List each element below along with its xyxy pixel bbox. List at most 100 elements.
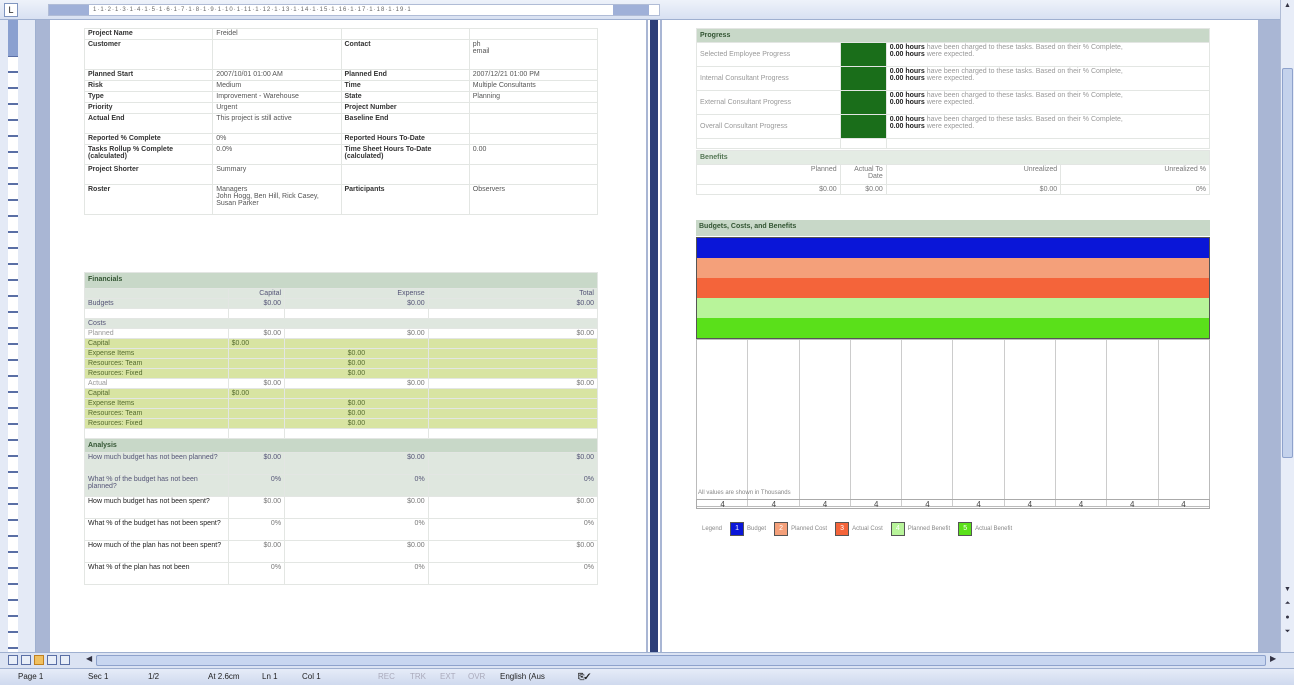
scroll-left-icon[interactable]: ◀ — [86, 654, 92, 663]
info-label: Risk — [83, 80, 214, 92]
row-value: $0.00 — [427, 328, 599, 339]
grid-column — [1056, 340, 1108, 506]
hours-charged: 0.00 hours — [889, 44, 925, 51]
select-browse-object-icon[interactable]: ● — [1282, 614, 1293, 626]
status-ovr[interactable]: OVR — [468, 672, 485, 681]
financials-header-row: Financials — [84, 272, 598, 289]
info-value: Improvement - Warehouse — [212, 91, 342, 103]
horizontal-scroll-thumb[interactable] — [96, 655, 1266, 666]
vertical-scroll-thumb[interactable] — [1282, 68, 1293, 458]
info-value — [468, 133, 599, 145]
horizontal-scrollbar[interactable]: ◀ ▶ — [0, 652, 1294, 668]
reading-layout-view-icon[interactable] — [60, 655, 70, 665]
progress-header-row: Progress — [696, 28, 1210, 43]
vertical-scrollbar[interactable]: ▲ ▼ ⏶ ● ⏷ — [1280, 0, 1294, 652]
legend-item: 5 Actual Benefit — [958, 522, 1012, 536]
info-value: This project is still active — [212, 113, 342, 134]
status-rec[interactable]: REC — [378, 672, 395, 681]
detail-label: Resources: Team — [84, 358, 229, 369]
web-layout-view-icon[interactable] — [21, 655, 31, 665]
grid-column — [1159, 340, 1209, 506]
detail-capital — [227, 358, 286, 369]
benefits-value: $0.00 — [696, 184, 841, 195]
document-area[interactable]: Project Name Freidel Customer Contact ph ema… — [36, 20, 1280, 652]
info-value — [468, 164, 599, 185]
detail-expense: $0.00 — [284, 408, 429, 419]
benefits-column-header: Planned — [696, 164, 841, 185]
progress-description-2: were expected. — [926, 123, 975, 130]
analysis-value: $0.00 — [284, 540, 429, 563]
info-value — [468, 28, 599, 40]
spelling-check-icon[interactable]: ⎘✓ — [578, 672, 590, 682]
detail-expense: $0.00 — [284, 418, 429, 429]
detail-capital: $0.00 — [227, 388, 286, 399]
info-value: Summary — [212, 164, 342, 185]
detail-total — [427, 398, 599, 409]
empty-cell — [427, 428, 599, 439]
benefits-columns: Planned Actual To Date Unrealized Unrealize… — [696, 164, 1210, 185]
normal-view-icon[interactable] — [8, 655, 18, 665]
info-label: Reported Hours To-Date — [340, 133, 470, 145]
detail-expense — [284, 388, 429, 399]
page-2[interactable]: ProgressSelected Employee Progressgreen0… — [662, 20, 1258, 652]
info-label: Project Number — [340, 102, 470, 114]
info-row: Actual End This project is still active Ba… — [83, 113, 599, 134]
analysis-row: How much budget has not been planned? $0.… — [84, 452, 599, 475]
grid-column — [800, 340, 851, 506]
tab-selector-icon[interactable]: L — [4, 3, 18, 17]
next-page-icon[interactable]: ⏷ — [1282, 628, 1293, 640]
ruler-strip: 1·1·2·1·3·1·4·1·5·1·6·1·7·1·8·1·9·1·10·1… — [48, 4, 660, 16]
hours-expected: 0.00 hours — [889, 123, 925, 130]
progress-description: have been charged to these tasks. Based … — [926, 92, 1123, 99]
grid-column — [851, 340, 903, 506]
hours-expected: 0.00 hours — [889, 99, 925, 106]
legend-swatch: 4 — [890, 522, 905, 536]
legend-text: Actual Cost — [852, 526, 883, 532]
info-value: Planning — [468, 91, 599, 103]
status-language[interactable]: English (Aus — [500, 672, 545, 681]
scroll-down-icon[interactable]: ▼ — [1282, 586, 1293, 598]
analysis-row: How much budget has not been spent? $0.00… — [84, 496, 599, 519]
chart-bar-actual-benefit — [697, 318, 1209, 338]
progress-label: Internal Consultant Progress — [696, 66, 841, 91]
info-value: Freidel — [212, 28, 342, 40]
print-layout-view-icon[interactable] — [34, 655, 44, 665]
info-value — [468, 113, 599, 134]
analysis-value: $0.00 — [427, 496, 599, 519]
info-value: Managers John Hogg, Ben Hill, Rick Casey… — [212, 184, 342, 215]
axis-mark: 4 — [1130, 500, 1135, 509]
legend-item: 2 Planned Cost — [774, 522, 827, 536]
scroll-right-icon[interactable]: ▶ — [1270, 654, 1276, 663]
column-header: Total — [427, 288, 599, 299]
vertical-ruler[interactable] — [0, 20, 36, 652]
benefits-value: $0.00 — [885, 184, 1062, 195]
progress-description: have been charged to these tasks. Based … — [926, 44, 1123, 51]
info-value: Observers — [468, 184, 599, 215]
hours-charged: 0.00 hours — [889, 68, 925, 75]
analysis-value: 0% — [284, 562, 429, 585]
previous-page-icon[interactable]: ⏶ — [1282, 600, 1293, 612]
chart-bar-budget — [697, 238, 1209, 258]
progress-row: External Consultant Progressgreen0.00 ho… — [696, 90, 1211, 115]
outline-view-icon[interactable] — [47, 655, 57, 665]
detail-label: Resources: Fixed — [84, 368, 229, 379]
benefits-value: $0.00 — [839, 184, 887, 195]
status-ext[interactable]: EXT — [440, 672, 456, 681]
info-row: Project Name Freidel — [83, 28, 599, 40]
section-row: Costs — [84, 318, 598, 329]
scroll-up-icon[interactable]: ▲ — [1282, 2, 1293, 14]
financials-table: Financials Capital Expense Total Budgets $0.0… — [84, 272, 599, 585]
status-trk[interactable]: TRK — [410, 672, 426, 681]
page-1[interactable]: Project Name Freidel Customer Contact ph ema… — [50, 20, 646, 652]
analysis-question: What % of the plan has not been — [84, 562, 229, 585]
analysis-value: $0.00 — [427, 452, 599, 475]
progress-status-indicator: green — [839, 90, 887, 115]
analysis-value: 0% — [227, 562, 286, 585]
axis-mark: 4 — [1078, 500, 1084, 509]
horizontal-ruler[interactable]: L 1·1·2·1·3·1·4·1·5·1·6·1·7·1·8·1·9·1·10… — [0, 0, 1294, 20]
analysis-question: How much budget has not been planned? — [84, 452, 229, 475]
info-row: Type Improvement - Warehouse State Planning — [83, 91, 599, 103]
info-row: Project Shorter Summary — [83, 164, 599, 185]
progress-table: ProgressSelected Employee Progressgreen0… — [696, 28, 1211, 149]
chart-note: All values are shown in Thousands — [698, 490, 791, 496]
